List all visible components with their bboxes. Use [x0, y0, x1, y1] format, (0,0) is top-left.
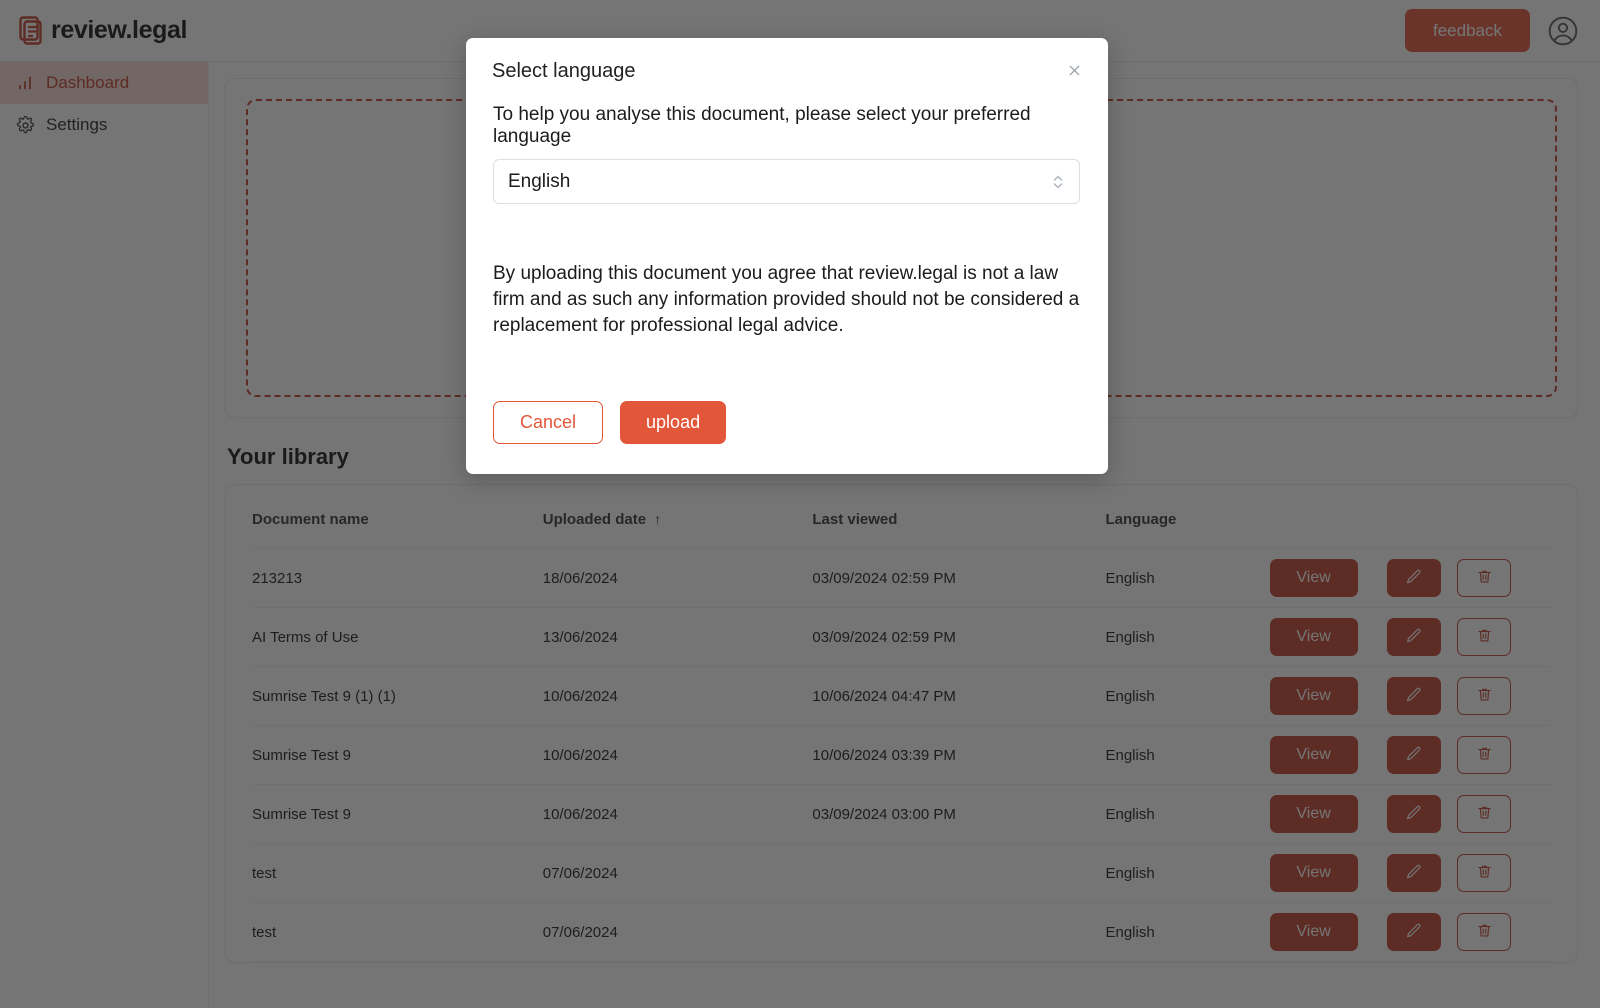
dialog-header: Select language	[466, 38, 1108, 84]
close-icon[interactable]	[1065, 60, 1084, 84]
dialog-body: To help you analyse this document, pleas…	[466, 84, 1108, 339]
language-select-value: English	[508, 170, 571, 192]
upload-button[interactable]: upload	[620, 401, 727, 445]
language-select[interactable]: English	[493, 159, 1080, 204]
dialog-title: Select language	[492, 60, 636, 82]
upload-disclaimer: By uploading this document you agree tha…	[493, 263, 1080, 337]
chevron-up-down-icon	[1051, 171, 1065, 193]
app-root: review.legal feedback	[0, 0, 1600, 1008]
select-language-dialog: Select language To help you analyse this…	[466, 38, 1108, 475]
cancel-button[interactable]: Cancel	[493, 401, 604, 445]
language-prompt-label: To help you analyse this document, pleas…	[493, 104, 1031, 147]
dialog-footer: Cancel upload	[466, 339, 1108, 474]
